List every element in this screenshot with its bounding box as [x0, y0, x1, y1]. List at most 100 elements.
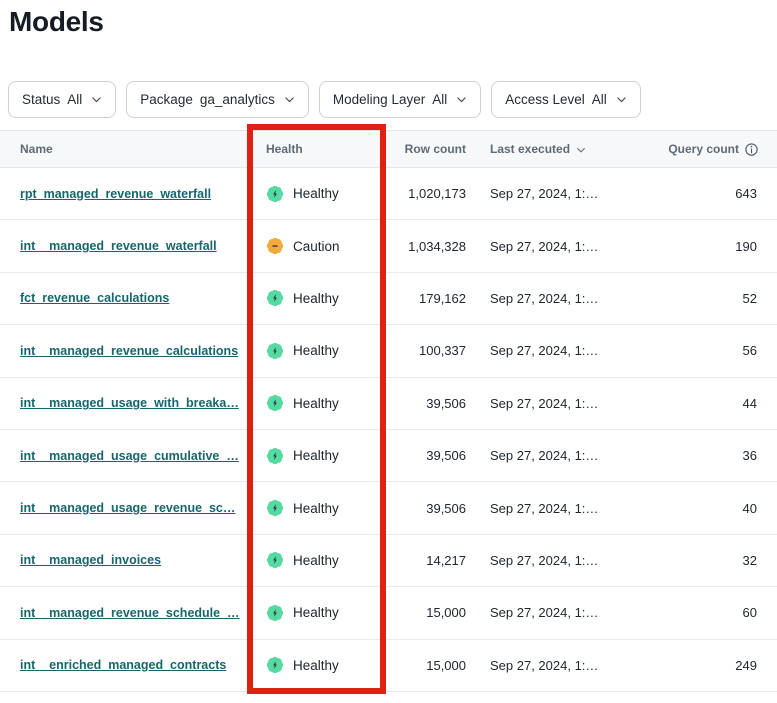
lightning-bolt-icon: [269, 397, 281, 409]
health-label: Healthy: [293, 553, 339, 568]
name-cell: int__managed_invoices: [0, 553, 246, 567]
column-header-query-count: Query count: [656, 142, 777, 157]
model-link[interactable]: int__managed_revenue_waterfall: [20, 239, 217, 253]
health-cell: Healthy: [246, 498, 386, 518]
row-count-cell: 15,000: [386, 605, 466, 620]
filter-status[interactable]: Status All: [8, 81, 116, 118]
name-cell: fct_revenue_calculations: [0, 291, 246, 305]
column-header-row-count: Row count: [386, 142, 466, 156]
model-link[interactable]: int__managed_invoices: [20, 553, 161, 567]
filter-modeling-layer[interactable]: Modeling Layer All: [319, 81, 481, 118]
health-badge: [265, 184, 285, 204]
name-cell: int__enriched_managed_contracts: [0, 658, 246, 672]
model-link[interactable]: rpt_managed_revenue_waterfall: [20, 187, 211, 201]
health-cell: Healthy: [246, 603, 386, 623]
table-row: rpt_managed_revenue_waterfall Healthy 1,…: [0, 168, 777, 220]
filter-modeling-layer-value: All: [432, 92, 447, 107]
health-cell: Healthy: [246, 184, 386, 204]
filter-bar: Status All Package ga_analytics Modeling…: [8, 81, 641, 118]
health-label: Healthy: [293, 448, 339, 463]
health-cell: Healthy: [246, 655, 386, 675]
last-executed-cell: Sep 27, 2024, 1:…: [466, 291, 656, 306]
query-count-cell: 643: [656, 186, 777, 201]
table-row: int__managed_usage_with_breaka… Healthy …: [0, 378, 777, 430]
health-label: Healthy: [293, 396, 339, 411]
model-link[interactable]: int__managed_usage_revenue_sc…: [20, 501, 235, 515]
last-executed-cell: Sep 27, 2024, 1:…: [466, 553, 656, 568]
table-header: Name Health Row count Last executed Quer…: [0, 130, 777, 168]
model-link[interactable]: int__managed_revenue_schedule_…: [20, 606, 240, 620]
health-cell: Healthy: [246, 393, 386, 413]
health-label: Healthy: [293, 658, 339, 673]
query-count-cell: 40: [656, 501, 777, 516]
last-executed-cell: Sep 27, 2024, 1:…: [466, 501, 656, 516]
last-executed-cell: Sep 27, 2024, 1:…: [466, 396, 656, 411]
page-title: Models: [9, 6, 104, 38]
name-cell: int__managed_usage_cumulative_…: [0, 449, 246, 463]
health-badge: [265, 550, 285, 570]
health-badge: [265, 498, 285, 518]
name-cell: rpt_managed_revenue_waterfall: [0, 187, 246, 201]
last-executed-cell: Sep 27, 2024, 1:…: [466, 239, 656, 254]
row-count-cell: 179,162: [386, 291, 466, 306]
last-executed-cell: Sep 27, 2024, 1:…: [466, 448, 656, 463]
lightning-bolt-icon: [269, 554, 281, 566]
filter-access-level-value: All: [592, 92, 607, 107]
model-link[interactable]: int__managed_revenue_calculations: [20, 344, 238, 358]
health-cell: Healthy: [246, 341, 386, 361]
health-badge: [265, 603, 285, 623]
name-cell: int__managed_usage_revenue_sc…: [0, 501, 246, 515]
filter-access-level-label: Access Level: [505, 92, 585, 107]
lightning-bolt-icon: [269, 659, 281, 671]
table-row: int__managed_revenue_schedule_… Healthy …: [0, 587, 777, 639]
query-count-cell: 32: [656, 553, 777, 568]
health-label: Healthy: [293, 186, 339, 201]
name-cell: int__managed_revenue_schedule_…: [0, 606, 246, 620]
last-executed-cell: Sep 27, 2024, 1:…: [466, 186, 656, 201]
table-row: int__managed_revenue_waterfall Caution 1…: [0, 220, 777, 272]
lightning-bolt-icon: [269, 292, 281, 304]
model-link[interactable]: fct_revenue_calculations: [20, 291, 169, 305]
table-row: int__managed_invoices Healthy 14,217 Sep…: [0, 535, 777, 587]
health-badge: [265, 341, 285, 361]
lightning-bolt-icon: [269, 607, 281, 619]
name-cell: int__managed_usage_with_breaka…: [0, 396, 246, 410]
health-badge: [265, 288, 285, 308]
health-label: Healthy: [293, 605, 339, 620]
filter-status-label: Status: [22, 92, 60, 107]
column-header-health: Health: [246, 142, 386, 156]
models-table: Name Health Row count Last executed Quer…: [0, 130, 777, 692]
health-label: Healthy: [293, 291, 339, 306]
last-executed-cell: Sep 27, 2024, 1:…: [466, 343, 656, 358]
model-link[interactable]: int__enriched_managed_contracts: [20, 658, 226, 672]
lightning-bolt-icon: [269, 502, 281, 514]
filter-package-value: ga_analytics: [200, 92, 275, 107]
query-count-cell: 56: [656, 343, 777, 358]
health-badge: [265, 393, 285, 413]
health-badge: [265, 655, 285, 675]
health-label: Healthy: [293, 343, 339, 358]
name-cell: int__managed_revenue_waterfall: [0, 239, 246, 253]
query-count-cell: 36: [656, 448, 777, 463]
chevron-down-icon: [284, 94, 295, 105]
query-count-cell: 52: [656, 291, 777, 306]
filter-status-value: All: [67, 92, 82, 107]
column-header-last-executed[interactable]: Last executed: [466, 142, 656, 156]
filter-package-label: Package: [140, 92, 193, 107]
query-count-cell: 44: [656, 396, 777, 411]
table-row: int__managed_usage_revenue_sc… Healthy 3…: [0, 482, 777, 534]
lightning-bolt-icon: [269, 345, 281, 357]
model-link[interactable]: int__managed_usage_cumulative_…: [20, 449, 239, 463]
table-row: int__enriched_managed_contracts Healthy …: [0, 640, 777, 692]
row-count-cell: 39,506: [386, 448, 466, 463]
row-count-cell: 39,506: [386, 501, 466, 516]
lightning-bolt-icon: [269, 450, 281, 462]
info-icon[interactable]: [744, 142, 759, 157]
filter-package[interactable]: Package ga_analytics: [126, 81, 309, 118]
column-header-name: Name: [0, 142, 246, 156]
table-row: fct_revenue_calculations Healthy 179,162…: [0, 273, 777, 325]
model-link[interactable]: int__managed_usage_with_breaka…: [20, 396, 239, 410]
filter-modeling-layer-label: Modeling Layer: [333, 92, 425, 107]
filter-access-level[interactable]: Access Level All: [491, 81, 641, 118]
minus-icon: [269, 240, 281, 252]
